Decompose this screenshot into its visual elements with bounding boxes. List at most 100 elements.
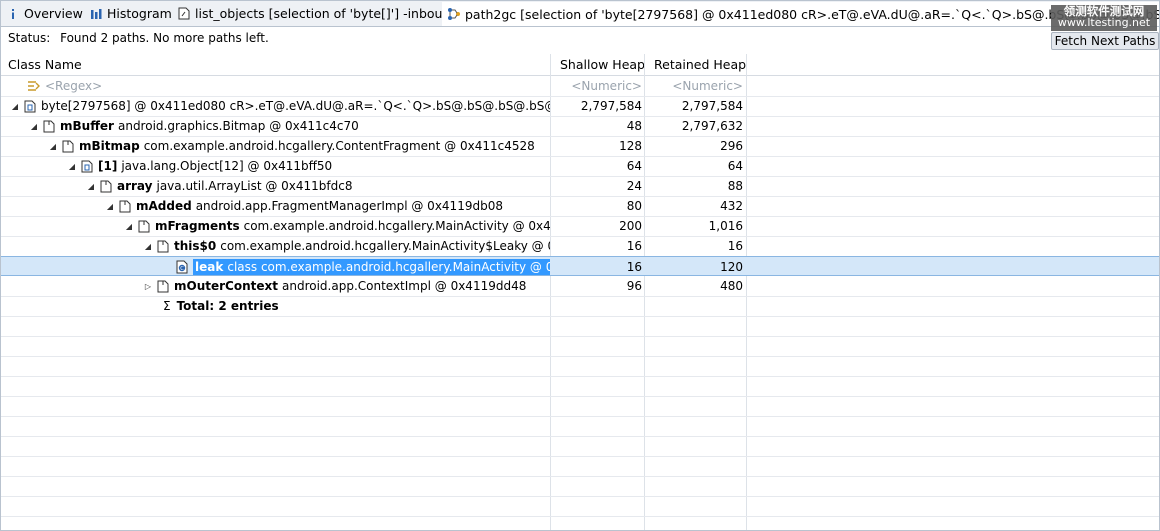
tab-overview[interactable]: Overview: [1, 2, 85, 25]
shallow-heap-value: 200: [619, 219, 642, 233]
row-label: mAdded android.app.FragmentManagerImpl @ …: [136, 199, 503, 213]
class-name-cell: ◢ mBitmap com.example.android.hcgallery.Co…: [1, 136, 550, 156]
empty-row: [1, 436, 1159, 457]
collapse-arrow-icon[interactable]: ◢: [29, 122, 39, 131]
object-icon: [99, 179, 113, 193]
shallow-heap-value: 48: [626, 119, 642, 133]
editor-tab-bar: Overview Histogram list_objects [selecti…: [1, 1, 1159, 27]
tab-histogram[interactable]: Histogram: [84, 2, 173, 25]
field-name: array: [117, 179, 153, 193]
retained-heap-value: 2,797,632: [681, 119, 743, 133]
object-icon: [156, 239, 170, 253]
object-icon: [61, 139, 75, 153]
object-description: com.example.android.hcgallery.MainActivi…: [220, 239, 550, 253]
object-description: byte[2797568] @ 0x411ed080 cR>.eT@.eVA.d…: [41, 99, 550, 113]
collapse-arrow-icon[interactable]: ◢: [105, 202, 115, 211]
table-row[interactable]: ▷ mOuterContext android.app.ContextImpl @ …: [1, 276, 1159, 297]
object-icon: [137, 219, 151, 233]
collapse-arrow-icon[interactable]: ◢: [10, 102, 20, 111]
object-description: com.example.android.hcgallery.ContentFra…: [143, 139, 535, 153]
row-label: this$0 com.example.android.hcgallery.Main…: [174, 239, 550, 253]
shallow-heap-value: 16: [626, 239, 642, 253]
class-name-cell: ◢ mAdded android.app.FragmentManagerImpl @…: [1, 196, 550, 216]
column-header-class-name[interactable]: Class Name: [8, 54, 82, 75]
tab-label: Histogram: [107, 6, 172, 21]
field-name: leak: [195, 260, 224, 274]
shallow-heap-value: 2,797,584: [580, 99, 642, 113]
empty-row: [1, 416, 1159, 437]
watermark-line2: www.ltesting.net: [1057, 16, 1151, 29]
retained-heap-value: 1,016: [708, 219, 743, 233]
retained-heap-filter-input[interactable]: <Numeric>: [645, 76, 743, 96]
tab-label: list_objects [selection of 'byte[]'] -in…: [195, 6, 443, 21]
field-name: mAdded: [136, 199, 192, 213]
row-label: mBuffer android.graphics.Bitmap @ 0x411c4…: [60, 119, 359, 133]
column-header-retained-heap[interactable]: Retained Heap: [654, 54, 746, 75]
row-label: mFragments com.example.android.hcgallery.…: [155, 219, 550, 233]
class-name-cell: ◢ [1] java.lang.Object[12] @ 0x411bff50: [1, 156, 550, 176]
row-label: byte[2797568] @ 0x411ed080 cR>.eT@.eVA.d…: [41, 99, 550, 113]
shallow-heap-value: 64: [626, 159, 642, 173]
sum-icon: Σ: [163, 299, 171, 313]
status-line: Status: Found 2 paths. No more paths lef…: [8, 31, 269, 45]
shallow-heap-value: 128: [619, 139, 642, 153]
fetch-next-paths-button[interactable]: Fetch Next Paths: [1051, 32, 1159, 50]
list-icon: [177, 7, 191, 21]
table-row[interactable]: ◢ mBuffer android.graphics.Bitmap @ 0x411c…: [1, 116, 1159, 137]
table-row[interactable]: ◢ mAdded android.app.FragmentManagerImpl @…: [1, 196, 1159, 217]
table-row[interactable]: ◢ this$0 com.example.android.hcgallery.Mai…: [1, 236, 1159, 257]
table-row[interactable]: ◢ mFragments com.example.android.hcgallery…: [1, 216, 1159, 237]
array-icon: [23, 99, 37, 113]
field-name: this$0: [174, 239, 217, 253]
table-row[interactable]: ◢ array java.util.ArrayList @ 0x411bfdc8 24…: [1, 176, 1159, 197]
collapse-arrow-icon[interactable]: ◢: [48, 142, 58, 151]
shallow-heap-value: 80: [626, 199, 642, 213]
tab-list-objects[interactable]: list_objects [selection of 'byte[]'] -in…: [172, 2, 443, 25]
field-name: mOuterContext: [174, 279, 278, 293]
row-label: mOuterContext android.app.ContextImpl @ 0…: [174, 279, 526, 293]
table-header: Class Name Shallow Heap Retained Heap: [1, 54, 1159, 76]
watermark: 领测软件测试网 www.ltesting.net: [1051, 5, 1157, 31]
regex-filter-input[interactable]: <Regex>: [45, 79, 102, 93]
collapse-arrow-icon[interactable]: ◢: [67, 162, 77, 171]
collapse-arrow-icon[interactable]: ◢: [124, 222, 134, 231]
class-name-cell: ◢ byte[2797568] @ 0x411ed080 cR>.eT@.eVA.…: [1, 96, 550, 116]
retained-heap-value: 296: [720, 139, 743, 153]
row-label: leak class com.example.android.hcgallery.…: [193, 259, 550, 275]
tab-label: Overview: [24, 6, 83, 21]
field-name: mBuffer: [60, 119, 114, 133]
row-label: mBitmap com.example.android.hcgallery.Con…: [79, 139, 535, 153]
expand-arrow-icon[interactable]: ▷: [143, 282, 153, 291]
empty-row: [1, 456, 1159, 477]
object-description: android.app.FragmentManagerImpl @ 0x4119…: [195, 199, 503, 213]
empty-row: [1, 516, 1159, 530]
collapse-arrow-icon[interactable]: ◢: [143, 242, 153, 251]
class-name-cell: ◢ this$0 com.example.android.hcgallery.Mai…: [1, 236, 550, 256]
row-label: array java.util.ArrayList @ 0x411bfdc8: [117, 179, 353, 193]
filter-icon: [27, 79, 41, 93]
array-icon: [80, 159, 94, 173]
field-name: mFragments: [155, 219, 240, 233]
object-description: android.app.ContextImpl @ 0x4119dd48: [282, 279, 527, 293]
column-header-shallow-heap[interactable]: Shallow Heap: [560, 54, 645, 75]
object-icon: [156, 279, 170, 293]
info-icon: [6, 7, 20, 21]
object-description: com.example.android.hcgallery.MainActivi…: [243, 219, 550, 233]
object-icon: [42, 119, 56, 133]
class-name-cell: ▷ mOuterContext android.app.ContextImpl @ …: [1, 276, 550, 296]
empty-row: [1, 396, 1159, 417]
table-row[interactable]: Cleak class com.example.android.hcgallery…: [1, 256, 1159, 276]
class-name-cell: ◢ array java.util.ArrayList @ 0x411bfdc8: [1, 176, 550, 196]
table-row[interactable]: ◢ mBitmap com.example.android.hcgallery.Co…: [1, 136, 1159, 157]
filter-row: <Regex> <Numeric> <Numeric>: [1, 76, 1159, 97]
histogram-icon: [89, 7, 103, 21]
shallow-heap-value: 96: [626, 279, 642, 293]
empty-row: [1, 356, 1159, 377]
shallow-heap-value: 24: [626, 179, 642, 193]
shallow-heap-filter-input[interactable]: <Numeric>: [551, 76, 642, 96]
table-row[interactable]: ◢ byte[2797568] @ 0x411ed080 cR>.eT@.eVA.…: [1, 96, 1159, 117]
collapse-arrow-icon[interactable]: ◢: [86, 182, 96, 191]
class-icon: C: [175, 260, 189, 274]
class-name-cell: ◢ mBuffer android.graphics.Bitmap @ 0x411c…: [1, 116, 550, 136]
table-row[interactable]: ◢ [1] java.lang.Object[12] @ 0x411bff50 64 6…: [1, 156, 1159, 177]
